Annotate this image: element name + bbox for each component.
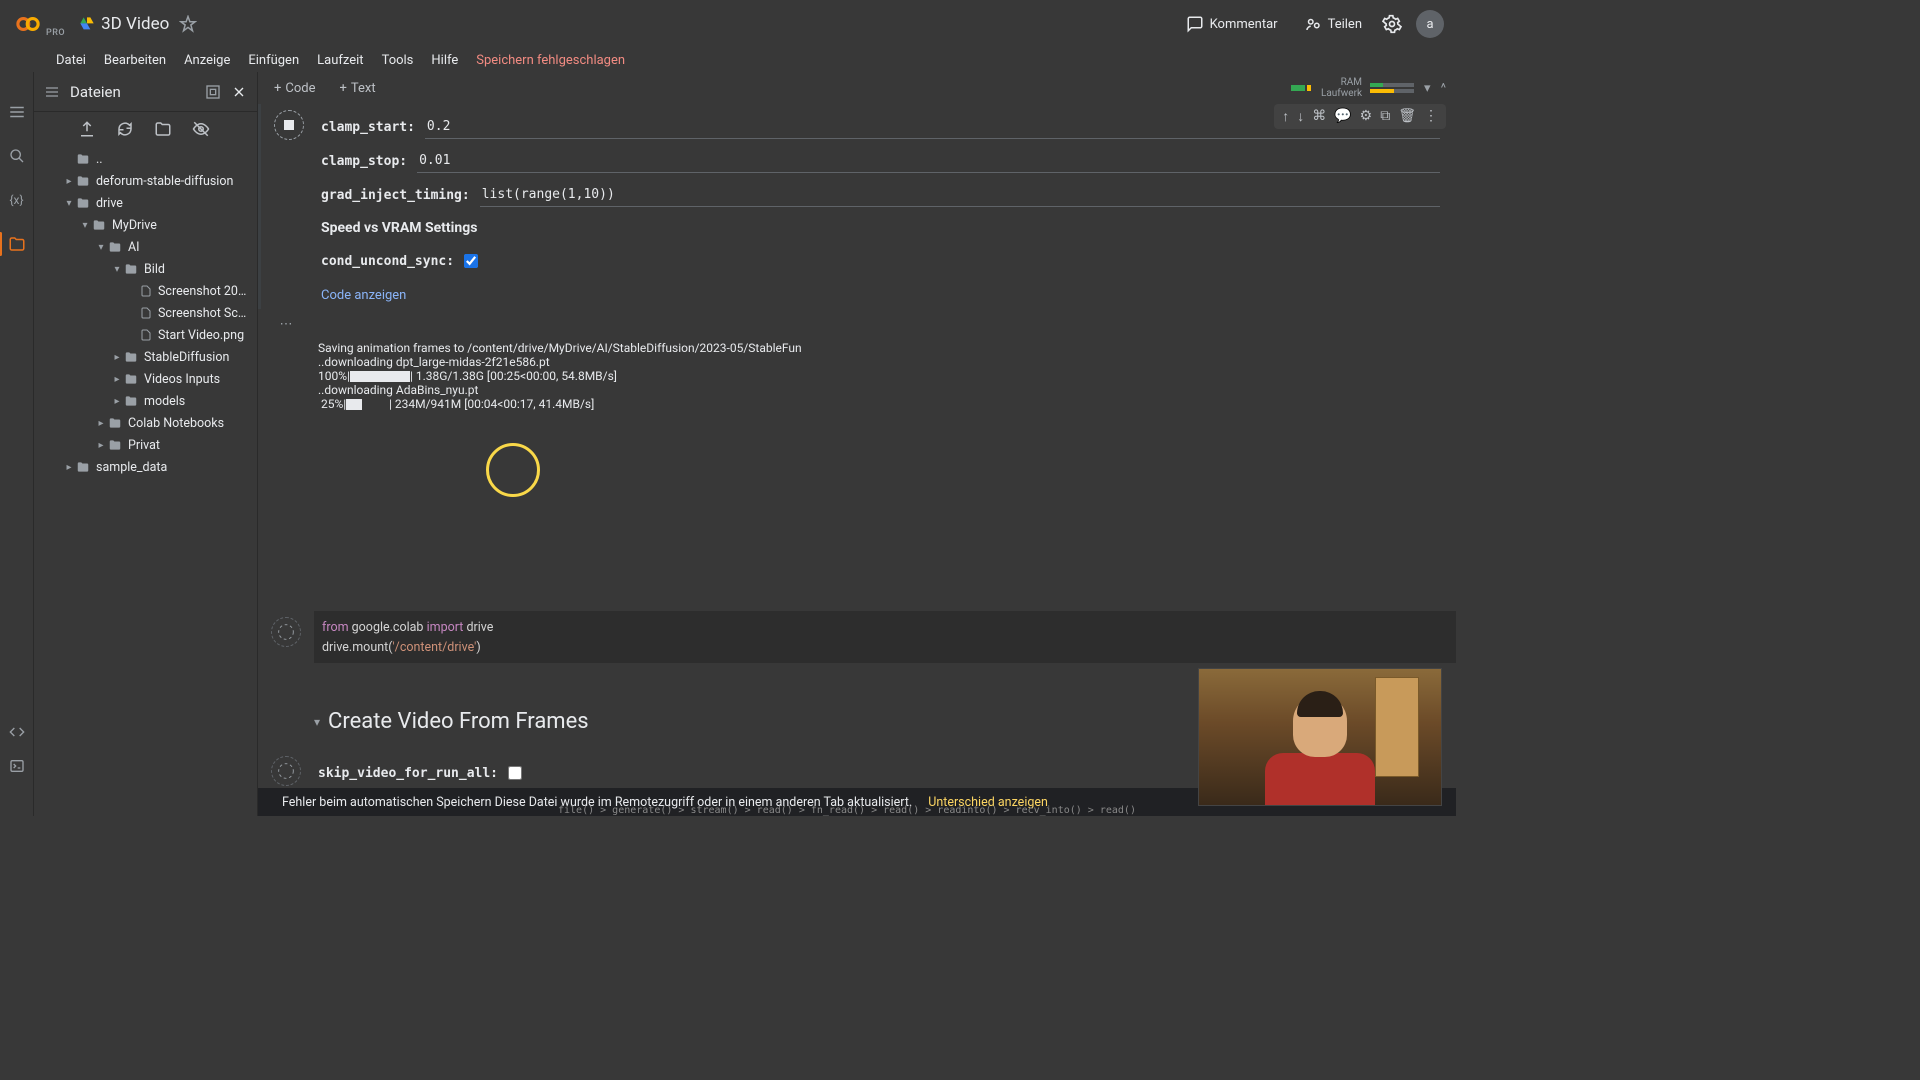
- tree-item[interactable]: ▸Videos Inputs: [38, 368, 253, 390]
- tree-item[interactable]: ▸deforum-stable-diffusion: [38, 170, 253, 192]
- move-up-icon[interactable]: ↑: [1282, 108, 1289, 125]
- colab-logo: [12, 8, 44, 40]
- form-label: grad_inject_timing:: [321, 188, 470, 203]
- section-heading: Speed vs VRAM Settings: [321, 220, 1440, 236]
- mount-drive-icon[interactable]: [154, 120, 172, 138]
- form-label: clamp_start:: [321, 120, 415, 135]
- connection-indicator[interactable]: [1291, 85, 1311, 91]
- link-icon[interactable]: ⌘: [1312, 108, 1326, 125]
- user-avatar[interactable]: a: [1416, 10, 1444, 38]
- search-icon[interactable]: [7, 146, 27, 166]
- refresh-icon[interactable]: [116, 120, 134, 138]
- close-icon[interactable]: [231, 84, 247, 100]
- code-cell[interactable]: from google.colab import drive drive.mou…: [258, 611, 1456, 663]
- mirror-icon[interactable]: ⧉: [1380, 108, 1390, 125]
- section-title: Create Video From Frames: [328, 709, 589, 734]
- tree-item[interactable]: ▸Colab Notebooks: [38, 412, 253, 434]
- files-title: Dateien: [70, 83, 121, 101]
- tree-item[interactable]: Start Video.png: [38, 324, 253, 346]
- output-menu-icon[interactable]: ⋯: [280, 317, 293, 332]
- tree-dotdot[interactable]: ..: [38, 148, 253, 170]
- tree-item[interactable]: ▸models: [38, 390, 253, 412]
- doc-title[interactable]: 3D Video: [101, 14, 169, 34]
- stack-trace: file() > generate() > stream() > read() …: [558, 805, 1456, 816]
- file-tree: .. ▸deforum-stable-diffusion ▾drive ▾MyD…: [34, 146, 257, 480]
- show-code-link[interactable]: Code anzeigen: [321, 288, 1440, 303]
- terminal-icon[interactable]: [7, 756, 27, 776]
- form-label: cond_uncond_sync:: [321, 254, 454, 269]
- add-code-button[interactable]: +Code: [268, 79, 322, 98]
- cell-more-icon[interactable]: ⋮: [1424, 108, 1438, 125]
- tree-item[interactable]: Screenshot 2023-05-1…: [38, 280, 253, 302]
- tree-item[interactable]: ▸sample_data: [38, 456, 253, 478]
- menu-tools[interactable]: Tools: [382, 53, 414, 68]
- menu-insert[interactable]: Einfügen: [248, 53, 299, 68]
- files-icon[interactable]: [7, 234, 27, 254]
- menu-runtime[interactable]: Laufzeit: [317, 53, 363, 68]
- resource-bars[interactable]: [1370, 83, 1414, 93]
- cell-output: ⋯ Saving animation frames to /content/dr…: [258, 315, 1456, 605]
- hide-icon[interactable]: [192, 120, 210, 138]
- comment-cell-icon[interactable]: 💬: [1334, 108, 1351, 125]
- webcam-overlay: [1198, 668, 1442, 806]
- menu-file[interactable]: Datei: [56, 53, 86, 68]
- delete-cell-icon[interactable]: 🗑: [1398, 108, 1416, 125]
- drive-file-icon: [79, 16, 95, 32]
- menubar: Datei Bearbeiten Anzeige Einfügen Laufze…: [0, 48, 1456, 72]
- section-collapse-icon[interactable]: ▾: [314, 715, 320, 729]
- menu-help[interactable]: Hilfe: [431, 53, 458, 68]
- cell-settings-icon[interactable]: ⚙: [1360, 108, 1373, 125]
- run-cell-button[interactable]: [274, 110, 304, 140]
- header: PRO 3D Video Kommentar Teilen a: [0, 0, 1456, 48]
- grad-inject-input[interactable]: [480, 183, 1440, 207]
- popout-icon[interactable]: [205, 84, 221, 100]
- star-icon[interactable]: [179, 15, 197, 33]
- cond-uncond-checkbox[interactable]: [464, 254, 478, 268]
- tree-item[interactable]: ▾AI: [38, 236, 253, 258]
- add-text-button[interactable]: +Text: [334, 79, 382, 98]
- skip-video-checkbox[interactable]: [508, 766, 522, 780]
- collapse-icon[interactable]: ^: [1441, 81, 1446, 96]
- vars-icon[interactable]: {x}: [7, 190, 27, 210]
- form-label: skip_video_for_run_all:: [318, 766, 498, 781]
- move-down-icon[interactable]: ↓: [1297, 108, 1304, 125]
- panel-menu-icon[interactable]: [44, 84, 60, 100]
- code-cell[interactable]: ↑ ↓ ⌘ 💬 ⚙ ⧉ 🗑 ⋮ clamp_start: clamp_stop:…: [258, 104, 1456, 309]
- upload-icon[interactable]: [78, 120, 96, 138]
- tree-item[interactable]: ▾Bild: [38, 258, 253, 280]
- resource-menu-icon[interactable]: ▾: [1424, 81, 1431, 96]
- tree-item[interactable]: ▾MyDrive: [38, 214, 253, 236]
- save-error: Speichern fehlgeschlagen: [476, 53, 625, 68]
- left-rail: {x}: [0, 72, 34, 816]
- clamp-stop-input[interactable]: [417, 149, 1440, 173]
- run-cell-button[interactable]: [271, 756, 301, 786]
- settings-icon[interactable]: [1382, 14, 1402, 34]
- tree-item[interactable]: Screenshot Schnipps.…: [38, 302, 253, 324]
- file-panel: Dateien .. ▸deforum-stable-diffusion ▾dr…: [34, 72, 258, 816]
- comment-button[interactable]: Kommentar: [1180, 11, 1284, 37]
- run-cell-button[interactable]: [271, 617, 301, 647]
- form-label: clamp_stop:: [321, 154, 407, 169]
- tree-item[interactable]: ▸StableDiffusion: [38, 346, 253, 368]
- tree-item[interactable]: ▾drive: [38, 192, 253, 214]
- resource-labels: RAM Laufwerk: [1321, 77, 1362, 99]
- menu-edit[interactable]: Bearbeiten: [104, 53, 166, 68]
- pro-badge: PRO: [46, 28, 65, 38]
- share-button[interactable]: Teilen: [1298, 11, 1368, 37]
- tree-item[interactable]: ▸Privat: [38, 434, 253, 456]
- code-snippets-icon[interactable]: [7, 722, 27, 742]
- menu-view[interactable]: Anzeige: [184, 53, 230, 68]
- cell-toolbar: ↑ ↓ ⌘ 💬 ⚙ ⧉ 🗑 ⋮: [1274, 104, 1446, 129]
- toc-icon[interactable]: [7, 102, 27, 122]
